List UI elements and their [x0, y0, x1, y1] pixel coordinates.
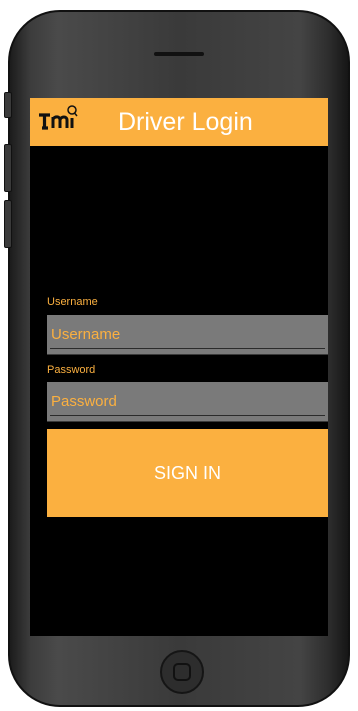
app-screen: Driver Login Username Password SIGN IN — [30, 98, 328, 636]
password-underline — [50, 415, 325, 416]
speaker-grille — [154, 52, 204, 56]
username-underline — [50, 348, 325, 349]
home-square-icon — [173, 663, 191, 681]
volume-down-button — [4, 200, 12, 248]
password-field-container — [47, 382, 328, 422]
username-field-container — [47, 315, 328, 355]
sign-in-button[interactable]: SIGN IN — [47, 429, 328, 517]
fmi-logo-icon — [39, 105, 78, 130]
page-title: Driver Login — [118, 108, 253, 136]
home-button[interactable] — [160, 650, 204, 694]
volume-up-button — [4, 144, 12, 192]
username-label: Username — [47, 296, 98, 308]
password-label: Password — [47, 364, 96, 376]
app-bar: Driver Login — [30, 98, 328, 146]
phone-frame: Driver Login Username Password SIGN IN — [8, 10, 350, 707]
mute-switch — [4, 92, 12, 118]
